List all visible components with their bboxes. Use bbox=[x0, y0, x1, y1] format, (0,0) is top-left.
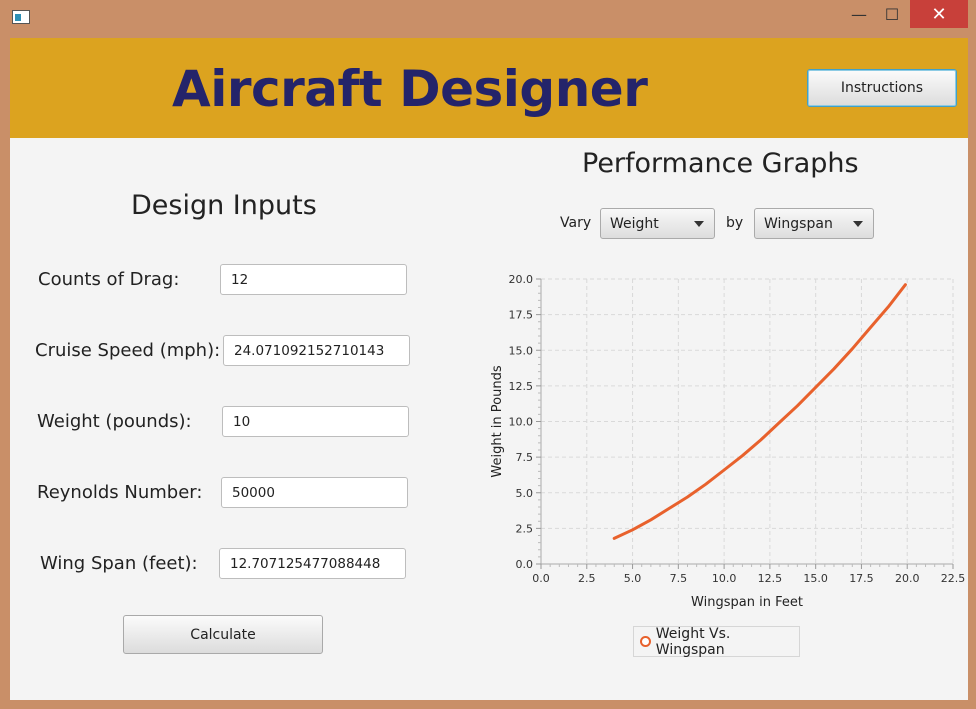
close-button[interactable]: ✕ bbox=[910, 0, 968, 28]
vary-label: Vary bbox=[560, 215, 592, 231]
wing-span-label: Wing Span (feet): bbox=[40, 553, 198, 574]
y-tick-label: 12.5 bbox=[509, 380, 534, 393]
performance-chart: 0.0 2.5 5.0 7.5 10.0 12.5 15.0 17.5 20.0 22.5 0.0 2… bbox=[490, 273, 966, 610]
title-bar: — ☐ ✕ bbox=[0, 0, 976, 38]
counts-of-drag-input[interactable]: 12 bbox=[220, 264, 407, 295]
calculate-button[interactable]: Calculate bbox=[123, 615, 323, 654]
wing-span-input[interactable]: 12.707125477088448 bbox=[219, 548, 406, 579]
y-tick-label: 5.0 bbox=[516, 487, 534, 500]
app-icon bbox=[12, 10, 30, 24]
reynolds-number-input[interactable]: 50000 bbox=[221, 477, 408, 508]
y-tick-label: 10.0 bbox=[509, 416, 534, 429]
y-tick-label: 17.5 bbox=[509, 309, 534, 322]
chevron-down-icon bbox=[853, 221, 863, 227]
by-select[interactable]: Wingspan bbox=[754, 208, 874, 239]
maximize-button[interactable]: ☐ bbox=[876, 0, 908, 28]
legend-marker-icon bbox=[640, 636, 651, 647]
minimize-button[interactable]: — bbox=[846, 0, 872, 28]
x-tick-label: 20.0 bbox=[895, 572, 920, 585]
y-tick-label: 20.0 bbox=[509, 273, 534, 286]
cruise-speed-input[interactable]: 24.071092152710143 bbox=[223, 335, 410, 366]
app-title: Aircraft Designer bbox=[172, 60, 648, 118]
performance-graphs-title: Performance Graphs bbox=[582, 148, 859, 179]
counts-of-drag-label: Counts of Drag: bbox=[38, 269, 180, 290]
x-tick-label: 10.0 bbox=[712, 572, 737, 585]
design-inputs-title: Design Inputs bbox=[131, 190, 317, 221]
x-tick-label: 22.5 bbox=[941, 572, 966, 585]
x-tick-label: 17.5 bbox=[849, 572, 874, 585]
weight-label: Weight (pounds): bbox=[37, 411, 192, 432]
x-axis-title: Wingspan in Feet bbox=[691, 595, 803, 610]
vary-select[interactable]: Weight bbox=[600, 208, 715, 239]
x-tick-label: 15.0 bbox=[803, 572, 828, 585]
x-tick-label: 7.5 bbox=[670, 572, 688, 585]
header-banner: Aircraft Designer Instructions bbox=[10, 38, 968, 138]
legend-label: Weight Vs. Wingspan bbox=[655, 625, 731, 658]
by-select-value: Wingspan bbox=[764, 215, 833, 232]
x-tick-label: 0.0 bbox=[532, 572, 550, 585]
y-tick-label: 15.0 bbox=[509, 344, 534, 357]
vary-select-value: Weight bbox=[610, 215, 659, 232]
y-tick-label: 2.5 bbox=[516, 522, 534, 535]
app-window: Aircraft Designer Instructions Design In… bbox=[10, 38, 968, 700]
weight-input[interactable]: 10 bbox=[222, 406, 409, 437]
y-axis-title: Weight in Pounds bbox=[490, 365, 505, 477]
y-tick-label: 0.0 bbox=[516, 558, 534, 571]
x-tick-label: 12.5 bbox=[758, 572, 783, 585]
reynolds-number-label: Reynolds Number: bbox=[37, 482, 203, 503]
chart-legend: Weight Vs. Wingspan bbox=[633, 625, 800, 658]
instructions-button[interactable]: Instructions bbox=[807, 69, 957, 107]
cruise-speed-label: Cruise Speed (mph): bbox=[35, 340, 221, 361]
chevron-down-icon bbox=[694, 221, 704, 227]
x-tick-label: 5.0 bbox=[624, 572, 642, 585]
x-tick-label: 2.5 bbox=[578, 572, 596, 585]
by-label: by bbox=[726, 215, 744, 231]
y-tick-label: 7.5 bbox=[516, 451, 534, 464]
